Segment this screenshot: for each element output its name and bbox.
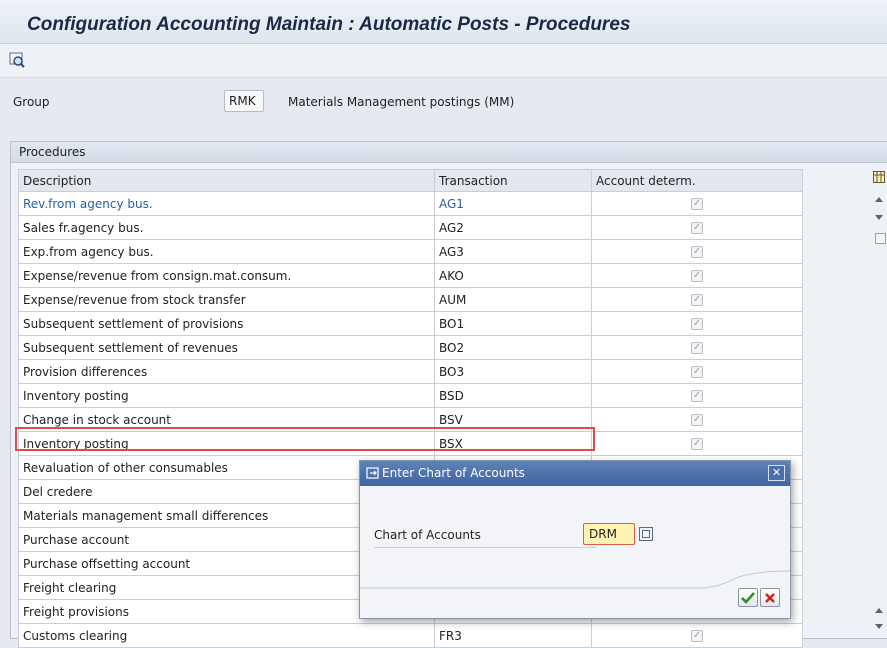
- chart-of-accounts-dialog: Enter Chart of Accounts ✕ Chart of Accou…: [359, 460, 791, 619]
- column-header-description[interactable]: Description: [18, 169, 435, 192]
- account-determ-checkbox[interactable]: ✓: [691, 342, 703, 354]
- table-row[interactable]: Expense/revenue from stock transfer AUM ✓: [18, 287, 803, 312]
- row-description[interactable]: Rev.from agency bus.: [18, 191, 435, 216]
- account-determ-checkbox[interactable]: ✓: [691, 198, 703, 210]
- application-toolbar: [0, 44, 887, 78]
- table-row[interactable]: Change in stock account BSV ✓: [18, 407, 803, 432]
- row-description[interactable]: Exp.from agency bus.: [18, 239, 435, 264]
- row-description[interactable]: Customs clearing: [18, 623, 435, 648]
- account-determ-checkbox[interactable]: ✓: [691, 246, 703, 258]
- chart-of-accounts-label: Chart of Accounts: [374, 528, 596, 548]
- row-description[interactable]: Subsequent settlement of provisions: [18, 311, 435, 336]
- row-account-determ: ✓: [591, 191, 803, 216]
- account-determ-checkbox[interactable]: ✓: [691, 390, 703, 402]
- row-account-determ: ✓: [591, 215, 803, 240]
- group-field[interactable]: RMK: [224, 90, 264, 112]
- dialog-title-bar[interactable]: Enter Chart of Accounts ✕: [360, 461, 790, 486]
- row-account-determ: ✓: [591, 287, 803, 312]
- account-determ-checkbox[interactable]: ✓: [691, 222, 703, 234]
- row-account-determ: ✓: [591, 239, 803, 264]
- table-row[interactable]: Provision differences BO3 ✓: [18, 359, 803, 384]
- value-help-icon[interactable]: [639, 527, 653, 541]
- scroll-page-up-icon[interactable]: [875, 608, 883, 613]
- row-transaction[interactable]: AKO: [434, 263, 592, 288]
- row-transaction[interactable]: BSV: [434, 407, 592, 432]
- table-header-row: Description Transaction Account determ.: [18, 169, 803, 192]
- row-account-determ: ✓: [591, 623, 803, 648]
- account-determ-checkbox[interactable]: ✓: [691, 366, 703, 378]
- page-title: Configuration Accounting Maintain : Auto…: [27, 14, 631, 35]
- row-transaction[interactable]: AG3: [434, 239, 592, 264]
- row-transaction[interactable]: BSX: [434, 431, 592, 456]
- scroll-up-icon[interactable]: [875, 197, 883, 202]
- table-row[interactable]: Inventory posting BSD ✓: [18, 383, 803, 408]
- column-header-account-determ[interactable]: Account determ.: [591, 169, 803, 192]
- account-determ-checkbox[interactable]: ✓: [691, 438, 703, 450]
- row-description[interactable]: Expense/revenue from consign.mat.consum.: [18, 263, 435, 288]
- close-icon[interactable]: ✕: [768, 465, 785, 481]
- dialog-title: Enter Chart of Accounts: [382, 466, 525, 480]
- row-account-determ: ✓: [591, 383, 803, 408]
- checkmark-icon: [741, 591, 755, 604]
- column-header-transaction[interactable]: Transaction: [434, 169, 592, 192]
- chart-of-accounts-input[interactable]: DRM: [583, 523, 635, 545]
- vertical-scrollbar[interactable]: [870, 165, 887, 639]
- row-description[interactable]: Expense/revenue from stock transfer: [18, 287, 435, 312]
- scroll-down-icon[interactable]: [875, 215, 883, 220]
- table-settings-icon[interactable]: [873, 171, 885, 183]
- account-determ-checkbox[interactable]: ✓: [691, 414, 703, 426]
- row-description[interactable]: Subsequent settlement of revenues: [18, 335, 435, 360]
- table-row[interactable]: Customs clearing FR3 ✓: [18, 623, 803, 648]
- row-transaction[interactable]: AG1: [434, 191, 592, 216]
- row-account-determ: ✓: [591, 359, 803, 384]
- table-row[interactable]: Subsequent settlement of provisions BO1 ✓: [18, 311, 803, 336]
- account-determ-checkbox[interactable]: ✓: [691, 318, 703, 330]
- row-account-determ: ✓: [591, 431, 803, 456]
- group-label: Group: [13, 95, 50, 109]
- cancel-button[interactable]: [760, 588, 780, 607]
- row-description[interactable]: Provision differences: [18, 359, 435, 384]
- row-transaction[interactable]: BO2: [434, 335, 592, 360]
- row-transaction[interactable]: AG2: [434, 215, 592, 240]
- scroll-thumb[interactable]: [875, 233, 886, 244]
- row-description[interactable]: Sales fr.agency bus.: [18, 215, 435, 240]
- row-account-determ: ✓: [591, 407, 803, 432]
- title-bar: Configuration Accounting Maintain : Auto…: [0, 0, 887, 44]
- row-account-determ: ✓: [591, 263, 803, 288]
- dialog-window-icon: [366, 467, 379, 479]
- account-determ-checkbox[interactable]: ✓: [691, 270, 703, 282]
- row-description[interactable]: Inventory posting: [18, 383, 435, 408]
- table-row[interactable]: Inventory posting BSX ✓: [18, 431, 803, 456]
- row-account-determ: ✓: [591, 311, 803, 336]
- row-transaction[interactable]: BSD: [434, 383, 592, 408]
- table-row[interactable]: Exp.from agency bus. AG3 ✓: [18, 239, 803, 264]
- row-transaction[interactable]: BO1: [434, 311, 592, 336]
- scroll-page-down-icon[interactable]: [875, 624, 883, 629]
- row-description[interactable]: Inventory posting: [18, 431, 435, 456]
- cancel-x-icon: [765, 592, 775, 603]
- group-description: Materials Management postings (MM): [288, 95, 515, 109]
- display-object-icon[interactable]: [7, 51, 27, 69]
- table-row[interactable]: Expense/revenue from consign.mat.consum.…: [18, 263, 803, 288]
- row-description[interactable]: Change in stock account: [18, 407, 435, 432]
- row-account-determ: ✓: [591, 335, 803, 360]
- row-transaction[interactable]: FR3: [434, 623, 592, 648]
- table-row[interactable]: Sales fr.agency bus. AG2 ✓: [18, 215, 803, 240]
- account-determ-checkbox[interactable]: ✓: [691, 630, 703, 642]
- row-transaction[interactable]: AUM: [434, 287, 592, 312]
- table-row[interactable]: Rev.from agency bus. AG1 ✓: [18, 191, 803, 216]
- account-determ-checkbox[interactable]: ✓: [691, 294, 703, 306]
- row-transaction[interactable]: BO3: [434, 359, 592, 384]
- procedures-panel-title: Procedures: [11, 142, 887, 163]
- confirm-button[interactable]: [738, 588, 758, 607]
- dialog-footer-curve: [360, 570, 790, 589]
- table-row[interactable]: Subsequent settlement of revenues BO2 ✓: [18, 335, 803, 360]
